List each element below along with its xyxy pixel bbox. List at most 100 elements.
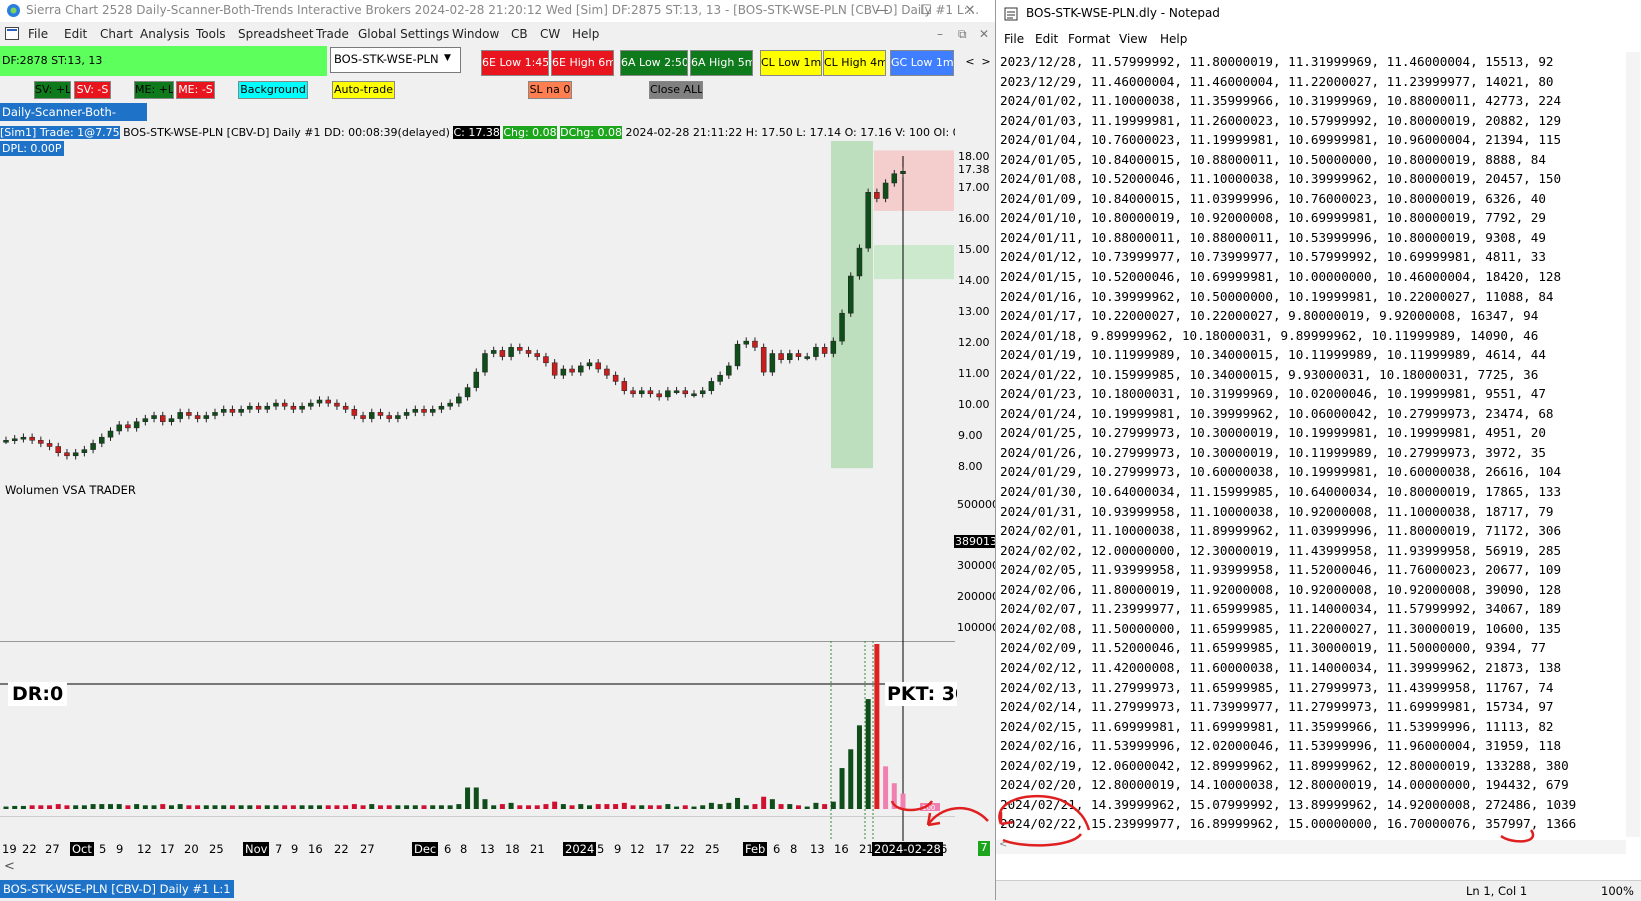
price-volume-chart[interactable]: 100 <box>0 141 995 849</box>
close-icon[interactable]: ✕ <box>948 0 992 22</box>
quick-button-4[interactable]: 6A High 5m <box>690 50 753 76</box>
np-menu-edit[interactable]: Edit <box>1035 32 1058 46</box>
date-tick-label: 22 <box>22 842 37 856</box>
volume-bar <box>203 805 209 809</box>
volume-bar <box>29 805 35 809</box>
text-line: 2024/02/16, 11.53999996, 12.02000046, 11… <box>1000 738 1562 754</box>
menu-edit[interactable]: Edit <box>64 27 87 41</box>
volume-bar <box>691 806 697 809</box>
notepad-vscrollbar[interactable] <box>1626 52 1640 837</box>
volume-bar <box>613 804 619 809</box>
np-menu-format[interactable]: Format <box>1068 32 1110 46</box>
volume-bar <box>160 804 166 809</box>
menu-spreadsheet[interactable]: Spreadsheet <box>238 27 314 41</box>
quick-button-6[interactable]: CL High 4m <box>823 50 886 76</box>
menu-file[interactable]: File <box>28 27 48 41</box>
trade-button-4[interactable]: ME: -S <box>176 81 215 99</box>
chart-doc-icon[interactable] <box>5 27 19 40</box>
mdi-restore-icon[interactable]: ⧉ <box>958 27 967 42</box>
candle-body <box>760 347 767 373</box>
menu-window[interactable]: Window <box>452 27 499 41</box>
text-line: 2024/02/01, 11.10000038, 11.89999962, 11… <box>1000 523 1562 539</box>
volume-bar <box>168 805 174 809</box>
sierra-app-icon <box>7 4 20 17</box>
quick-button-2[interactable]: 6E High 6m <box>551 50 614 76</box>
date-tick-label: 8 <box>460 842 468 856</box>
candle-body <box>499 350 506 357</box>
menu-trade[interactable]: Trade <box>316 27 349 41</box>
trade-button-3[interactable]: ME: +L <box>134 81 174 99</box>
text-line: 2024/01/19, 10.11999989, 10.34000015, 10… <box>1000 347 1546 363</box>
menu-chart[interactable]: Chart <box>100 27 133 41</box>
scroll-left-icon[interactable]: < <box>4 859 15 874</box>
candle-body <box>699 390 706 395</box>
chevron-down-icon[interactable]: ▼ <box>444 53 451 63</box>
text-line: 2024/01/04, 10.76000023, 11.19999981, 10… <box>1000 132 1562 148</box>
candle-body <box>342 405 349 410</box>
volume-bar <box>81 805 87 809</box>
text-line: 2024/02/06, 11.80000019, 11.92000008, 10… <box>1000 581 1562 597</box>
quick-button-3[interactable]: 6A Low 2:50 <box>620 50 688 76</box>
minimize-icon[interactable]: — <box>860 0 904 22</box>
background-button[interactable]: Background <box>238 81 308 99</box>
quick-button-5[interactable]: CL Low 1m <box>760 50 822 76</box>
volume-bar <box>534 805 540 809</box>
candle-body <box>177 412 183 419</box>
volume-bar <box>874 644 880 809</box>
volume-bar <box>360 805 366 809</box>
mdi-close-icon[interactable]: ✕ <box>979 27 989 41</box>
candle-body <box>325 399 331 404</box>
np-menu-file[interactable]: File <box>1004 32 1024 46</box>
volume-bar <box>282 805 288 809</box>
candle-body <box>795 353 802 357</box>
mdi-minimize-icon[interactable]: – <box>937 27 943 41</box>
date-tick-label: Feb <box>743 842 768 856</box>
candle-body <box>360 415 366 419</box>
candle-body <box>72 452 79 457</box>
chevron-right-icon: > <box>981 55 991 68</box>
volume-bar <box>665 804 671 809</box>
text-line: 2024/01/16, 10.39999962, 10.50000000, 10… <box>1000 288 1554 304</box>
candle-body <box>421 409 427 413</box>
candle-body <box>99 436 105 444</box>
close-all-button[interactable]: Close ALL <box>649 81 703 99</box>
quick-button-1[interactable]: 6E Low 1:45 <box>481 50 549 76</box>
menu-help[interactable]: Help <box>572 27 599 41</box>
volume-bar <box>404 805 410 809</box>
quick-button-7[interactable]: GC Low 1m <box>890 50 954 76</box>
menu-cb[interactable]: CB <box>511 27 528 41</box>
toolbar-scroll-right[interactable]: > <box>979 50 993 76</box>
candle-body <box>247 405 253 410</box>
volume-bar <box>351 804 357 809</box>
menu-global-settings[interactable]: Global Settings <box>358 27 449 41</box>
candle-body <box>386 415 392 419</box>
maximize-icon[interactable]: ☐ <box>904 0 948 22</box>
volume-bar <box>813 802 819 809</box>
trade-button-1[interactable]: SV: +L <box>34 81 71 99</box>
text-line: 2024/02/09, 11.52000046, 11.65999985, 11… <box>1000 640 1546 656</box>
volume-bar <box>177 804 183 809</box>
sierra-title-bar[interactable]: Sierra Chart 2528 Daily-Scanner-Both-Tre… <box>0 0 995 22</box>
menu-tools[interactable]: Tools <box>196 27 226 41</box>
toolbar-scroll-left[interactable]: < <box>963 50 977 76</box>
menu-analysis[interactable]: Analysis <box>140 27 189 41</box>
date-tick-label: 9 <box>116 842 124 856</box>
candle-body <box>81 449 88 453</box>
np-menu-view[interactable]: View <box>1119 32 1147 46</box>
trade-button-2[interactable]: SV: -S <box>74 81 111 99</box>
candle-body <box>316 399 323 404</box>
text-line: 2024/01/09, 10.84000015, 11.03999996, 10… <box>1000 190 1546 206</box>
np-menu-help[interactable]: Help <box>1160 32 1187 46</box>
chart-scrollbar[interactable]: < <box>0 858 995 876</box>
tab-daily-scanner[interactable]: Daily-Scanner-Both-Trends <box>0 103 147 137</box>
notepad-text-area[interactable]: 2023/12/28, 11.57999992, 11.80000019, 11… <box>1000 52 1628 837</box>
volume-bar <box>682 805 688 809</box>
price-tick-label: 12.00 <box>958 336 990 349</box>
menu-cw[interactable]: CW <box>540 27 560 41</box>
symbol-dropdown[interactable]: BOS-STK-WSE-PLN ▼ <box>330 47 461 73</box>
candle-body <box>473 371 480 388</box>
quick-button-3-label: 6A Low 2:50 <box>621 56 688 69</box>
volume-bar <box>856 725 862 809</box>
auto-trade-button[interactable]: Auto-trade <box>332 81 395 99</box>
sl-button[interactable]: SL na 0 <box>528 81 572 99</box>
